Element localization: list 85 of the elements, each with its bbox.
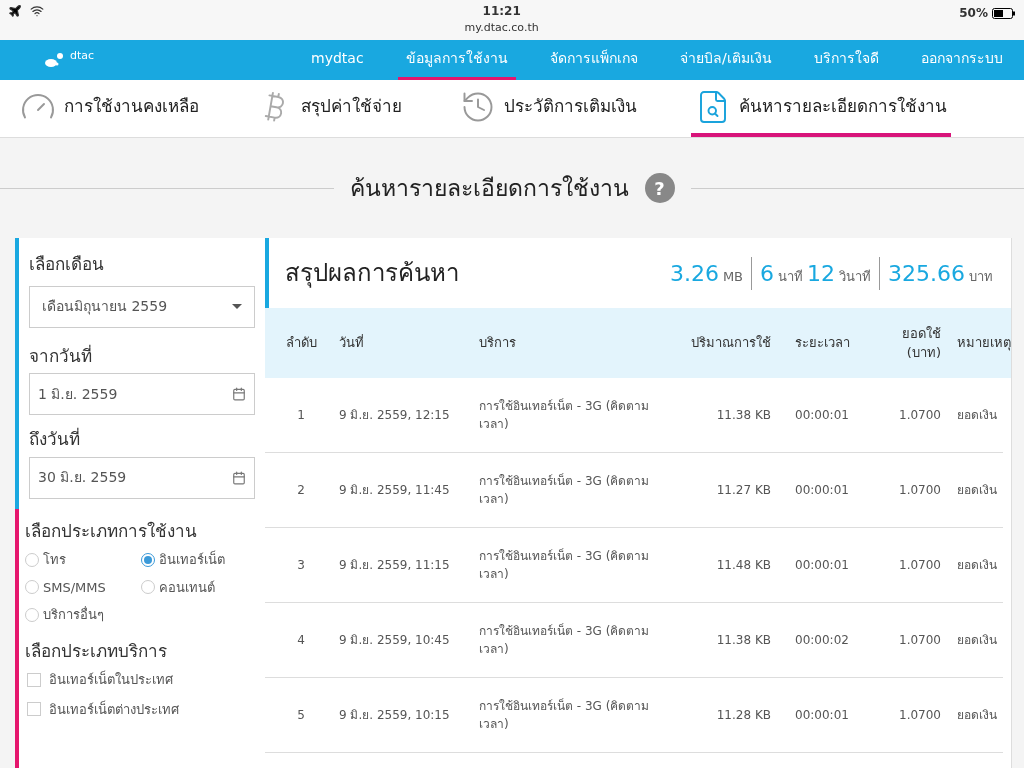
logo-icon	[44, 52, 66, 68]
table-cell-text: 1.0700	[898, 557, 941, 574]
table-cell-text: 4	[296, 632, 306, 649]
to-date-label: ถึงวันที่	[29, 427, 81, 451]
tab[interactable]: การใช้งานคงเหลือ	[16, 80, 203, 137]
table-cell-text: 1.0700	[898, 482, 941, 499]
month-label: เลือกเดือน	[29, 253, 105, 276]
summary-unit: บาท	[969, 267, 993, 286]
table-cell-text: 9 มิ.ย. 2559, 12:15	[338, 407, 451, 424]
table-cell-text: 11.27 KB	[715, 482, 771, 499]
calendar-icon	[232, 470, 246, 485]
radio-option[interactable]: SMS/MMS	[25, 577, 141, 597]
table-cell-text: การใช้อินเทอร์เน็ต - 3G (คิดตามเวลา)	[478, 547, 651, 583]
table-cell-text: 11.28 KB	[715, 707, 771, 724]
table-cell-text: 1.0700	[898, 707, 941, 724]
table-cell-text: การใช้อินเทอร์เน็ต - 3G (คิดตามเวลา)	[478, 472, 651, 508]
service-type-label: เลือกประเภทบริการ	[25, 639, 168, 663]
radio-option[interactable]: โทร	[25, 550, 141, 570]
column-header: ปริมาณการใช้	[690, 334, 771, 353]
from-date-field[interactable]: 1 มิ.ย. 2559	[29, 373, 255, 415]
from-date-label: จากวันที่	[29, 343, 93, 368]
table-cell-text: 00:00:01	[794, 557, 850, 574]
table-cell-text: 11.38 KB	[715, 407, 771, 424]
radio-option[interactable]: บริการอื่นๆ	[25, 605, 141, 625]
url-text: my.dtac.co.th	[464, 20, 539, 36]
tab[interactable]: สรุปค่าใช้จ่าย	[253, 80, 406, 137]
table-cell-text: ยอดเงิน	[956, 707, 998, 724]
calendar-icon	[232, 387, 246, 401]
table-cell-text: ยอดเงิน	[956, 632, 998, 649]
column-header: ลำดับ	[284, 334, 318, 353]
battery-icon	[992, 7, 1016, 19]
usage-type-label: เลือกประเภทการใช้งาน	[25, 519, 198, 543]
checkbox[interactable]	[27, 702, 41, 717]
battery-percent: 50%	[959, 5, 988, 22]
column-header: วันที่	[338, 333, 365, 353]
table-cell-text: การใช้อินเทอร์เน็ต - 3G (คิดตามเวลา)	[478, 622, 651, 658]
to-date-field[interactable]: 30 มิ.ย. 2559	[29, 456, 255, 499]
airplane-icon	[8, 4, 22, 18]
table-cell-text: 3	[296, 557, 306, 574]
table-cell-text: 00:00:01	[794, 707, 850, 724]
table-cell-text: 00:00:01	[794, 407, 850, 424]
month-select[interactable]: เดือนมิถุนายน 2559	[29, 285, 255, 328]
summary-value: 12	[807, 259, 835, 288]
table-cell-text: ยอดเงิน	[956, 407, 998, 424]
table-cell-text: 00:00:01	[794, 482, 850, 499]
wifi-icon	[30, 4, 44, 18]
table-cell-text: 5	[296, 707, 306, 724]
table-cell-text: 9 มิ.ย. 2559, 11:45	[338, 482, 451, 499]
caret-icon	[232, 304, 242, 309]
radio-option[interactable]: อินเทอร์เน็ต	[141, 550, 257, 570]
clock-time: 11:21	[482, 3, 521, 20]
table-cell-text: ยอดเงิน	[956, 557, 998, 574]
table-cell-text: 9 มิ.ย. 2559, 10:15	[338, 707, 451, 724]
checkbox-option[interactable]: อินเทอร์เน็ตต่างประเทศ	[25, 699, 257, 719]
logo-text: dtac	[70, 47, 95, 64]
radio-option[interactable]: คอนเทนต์	[141, 577, 257, 597]
column-header: ระยะเวลา	[794, 334, 851, 353]
summary-value: 325.66	[888, 259, 965, 288]
table-cell-text: 1	[296, 407, 306, 424]
table-cell-text: ยอดเงิน	[956, 482, 998, 499]
checkbox[interactable]	[27, 672, 41, 687]
table-cell-text: 11.38 KB	[715, 632, 771, 649]
column-header: บริการ	[478, 334, 517, 353]
summary-value: 3.26	[669, 259, 719, 288]
table-cell-text: 11.48 KB	[715, 557, 771, 574]
column-header: หมายเหตุ	[956, 334, 1011, 353]
summary-value: 6	[760, 259, 774, 288]
tab[interactable]: ประวัติการเติมเงิน	[456, 80, 641, 137]
table-cell-text: 9 มิ.ย. 2559, 10:45	[338, 632, 451, 649]
checkbox-option[interactable]: อินเทอร์เน็ตในประเทศ	[25, 670, 257, 690]
table-cell-text: การใช้อินเทอร์เน็ต - 3G (คิดตามเวลา)	[478, 697, 651, 733]
summary-title: สรุปผลการค้นหา	[285, 258, 459, 290]
table-cell-text: 00:00:02	[794, 632, 850, 649]
summary-unit: วินาที	[839, 267, 871, 286]
summary-unit: MB	[722, 267, 743, 286]
table-cell-text: การใช้อินเทอร์เน็ต - 3G (คิดตามเวลา)	[478, 397, 651, 433]
table-cell-text: 1.0700	[898, 407, 941, 424]
page-title: ค้นหารายละเอียดการใช้งาน	[349, 173, 629, 203]
table-cell-text: 2	[296, 482, 306, 499]
tab[interactable]: ค้นหารายละเอียดการใช้งาน	[691, 80, 951, 137]
help-button[interactable]: ?	[644, 173, 675, 203]
table-cell-text: 1.0700	[898, 632, 941, 649]
summary-unit: นาที	[778, 267, 803, 286]
table-cell-text: 9 มิ.ย. 2559, 11:15	[338, 557, 451, 574]
column-header: ยอดใช้ (บาท)	[901, 324, 941, 362]
